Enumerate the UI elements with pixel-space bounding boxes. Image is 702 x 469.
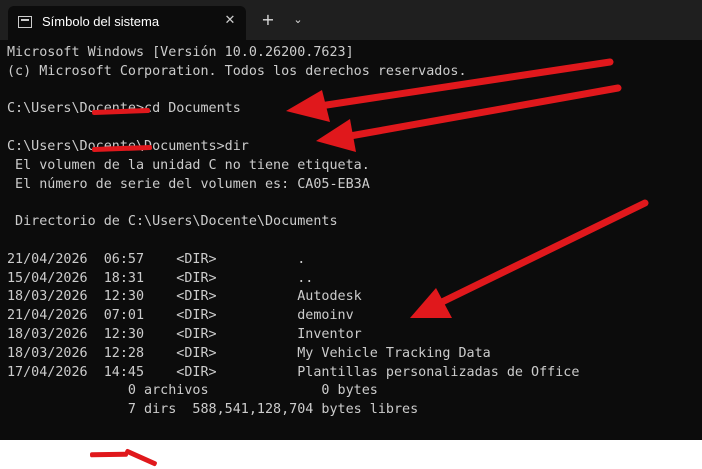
arrow-2-head [316,119,356,152]
annotation-arrows [286,58,649,318]
arrow-1-head [286,90,330,122]
arrow-3-shaft [438,199,649,306]
